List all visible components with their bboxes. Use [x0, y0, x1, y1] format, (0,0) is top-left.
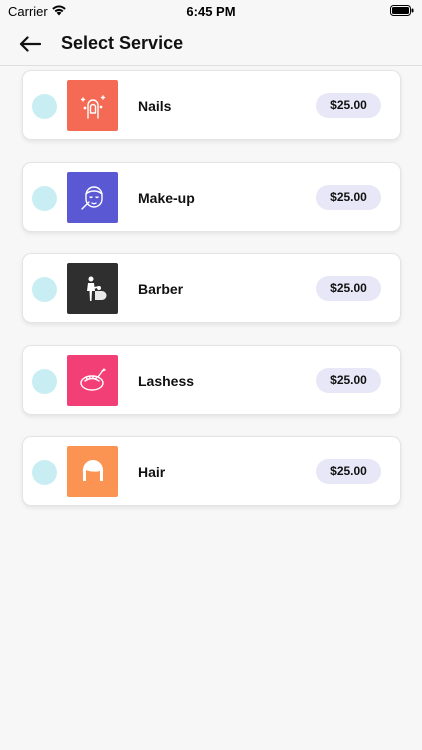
battery-icon — [390, 5, 414, 16]
arrow-left-icon — [19, 36, 41, 52]
service-name: Lashess — [138, 372, 195, 389]
back-button[interactable] — [12, 28, 48, 60]
price-badge: $25.00 — [316, 276, 381, 302]
barber-icon — [86, 276, 106, 301]
radio-button[interactable] — [32, 460, 57, 486]
nails-icon — [80, 94, 105, 119]
price-badge: $25.00 — [316, 93, 381, 118]
radio-button[interactable] — [32, 185, 57, 211]
hair-icon — [82, 459, 103, 481]
makeup-face-icon — [80, 186, 103, 210]
service-item-lashess[interactable]: Lashess $25.00 — [22, 344, 401, 415]
page-title: Select Service — [61, 33, 184, 53]
service-list: Nails $25.00 Make-up $25.00 Barber $25.0… — [22, 70, 401, 528]
status-time: 6:45 PM — [186, 4, 236, 19]
navigation-header: Select Service — [0, 22, 422, 66]
price-badge: $25.00 — [316, 459, 381, 485]
service-thumbnail — [67, 354, 118, 406]
service-thumbnail — [67, 171, 118, 223]
service-name: Barber — [138, 281, 184, 298]
service-thumbnail — [67, 446, 118, 498]
status-bar: Carrier 6:45 PM — [0, 0, 422, 22]
service-item-hair[interactable]: Hair $25.00 — [22, 436, 401, 507]
service-name: Nails — [138, 98, 172, 114]
service-item-nails[interactable]: Nails $25.00 — [22, 70, 401, 140]
radio-button[interactable] — [32, 94, 57, 119]
service-item-barber[interactable]: Barber $25.00 — [22, 253, 401, 324]
eyelash-icon — [79, 368, 106, 391]
radio-button[interactable] — [32, 277, 57, 303]
service-name: Hair — [138, 464, 166, 481]
price-badge: $25.00 — [316, 367, 381, 393]
service-thumbnail — [67, 80, 118, 131]
service-name: Make-up — [138, 189, 195, 206]
service-thumbnail — [67, 263, 118, 315]
radio-button[interactable] — [32, 368, 57, 394]
price-badge: $25.00 — [316, 184, 381, 210]
service-item-make-up[interactable]: Make-up $25.00 — [22, 161, 401, 232]
